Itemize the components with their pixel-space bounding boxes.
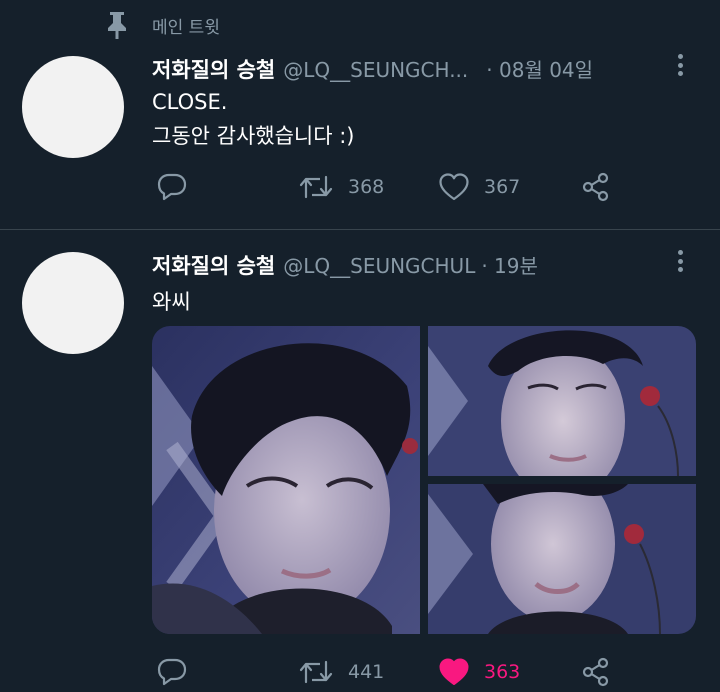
- retweet-icon: [299, 175, 333, 199]
- reply-button[interactable]: [156, 169, 188, 205]
- author-handle[interactable]: @LQ__SEUNGCHUL: [283, 254, 475, 278]
- tweet-photo[interactable]: [152, 326, 420, 634]
- share-button[interactable]: [580, 169, 612, 205]
- retweet-count: 441: [348, 661, 385, 683]
- more-options-icon[interactable]: [670, 54, 690, 76]
- photo-portrait-illustration: [428, 484, 696, 634]
- tweet-text-line: CLOSE.: [152, 90, 228, 114]
- tweet-text-line: 와씨: [152, 290, 191, 314]
- pinned-tweet-header: 메인 트윗: [0, 0, 720, 44]
- retweet-count: 368: [348, 176, 385, 198]
- share-icon: [582, 172, 609, 202]
- author-name[interactable]: 저화질의 승철: [152, 54, 275, 84]
- heart-icon: [439, 173, 469, 201]
- tweet-text-line: 그동안 감사했습니다 :): [152, 124, 355, 148]
- retweet-icon: [299, 660, 333, 684]
- pinned-label: 메인 트윗: [152, 18, 220, 38]
- like-button[interactable]: 367: [438, 169, 520, 205]
- tweet[interactable]: 저화질의 승철 @LQ__SEUNGCH... · 08월 04일 CLOSE.…: [0, 44, 720, 230]
- pin-icon: [108, 12, 126, 39]
- tweet-photo[interactable]: [428, 484, 696, 634]
- retweet-button[interactable]: 368: [298, 169, 384, 205]
- reply-button[interactable]: [156, 654, 188, 690]
- like-count: 367: [484, 176, 521, 198]
- avatar[interactable]: [22, 252, 124, 354]
- avatar[interactable]: [22, 56, 124, 158]
- tweet-media-grid[interactable]: [152, 326, 696, 634]
- tweet-timestamp[interactable]: · 08월 04일: [486, 54, 593, 83]
- reply-icon: [157, 173, 187, 201]
- share-button[interactable]: [580, 654, 612, 690]
- more-options-icon[interactable]: [670, 250, 690, 272]
- heart-filled-icon: [439, 658, 469, 685]
- photo-portrait-illustration: [428, 326, 696, 476]
- tweet-header: 저화질의 승철 @LQ__SEUNGCHUL · 19분: [152, 250, 538, 280]
- share-icon: [582, 657, 609, 687]
- author-handle[interactable]: @LQ__SEUNGCH...: [283, 58, 468, 82]
- like-button[interactable]: 363: [438, 654, 520, 690]
- retweet-button[interactable]: 441: [298, 654, 384, 690]
- like-count: 363: [484, 661, 521, 683]
- tweet-photo[interactable]: [428, 326, 696, 476]
- reply-icon: [157, 658, 187, 686]
- tweet-timestamp[interactable]: · 19분: [481, 250, 538, 279]
- tweet-header: 저화질의 승철 @LQ__SEUNGCH... · 08월 04일: [152, 54, 593, 84]
- author-name[interactable]: 저화질의 승철: [152, 250, 275, 280]
- photo-portrait-illustration: [152, 326, 420, 634]
